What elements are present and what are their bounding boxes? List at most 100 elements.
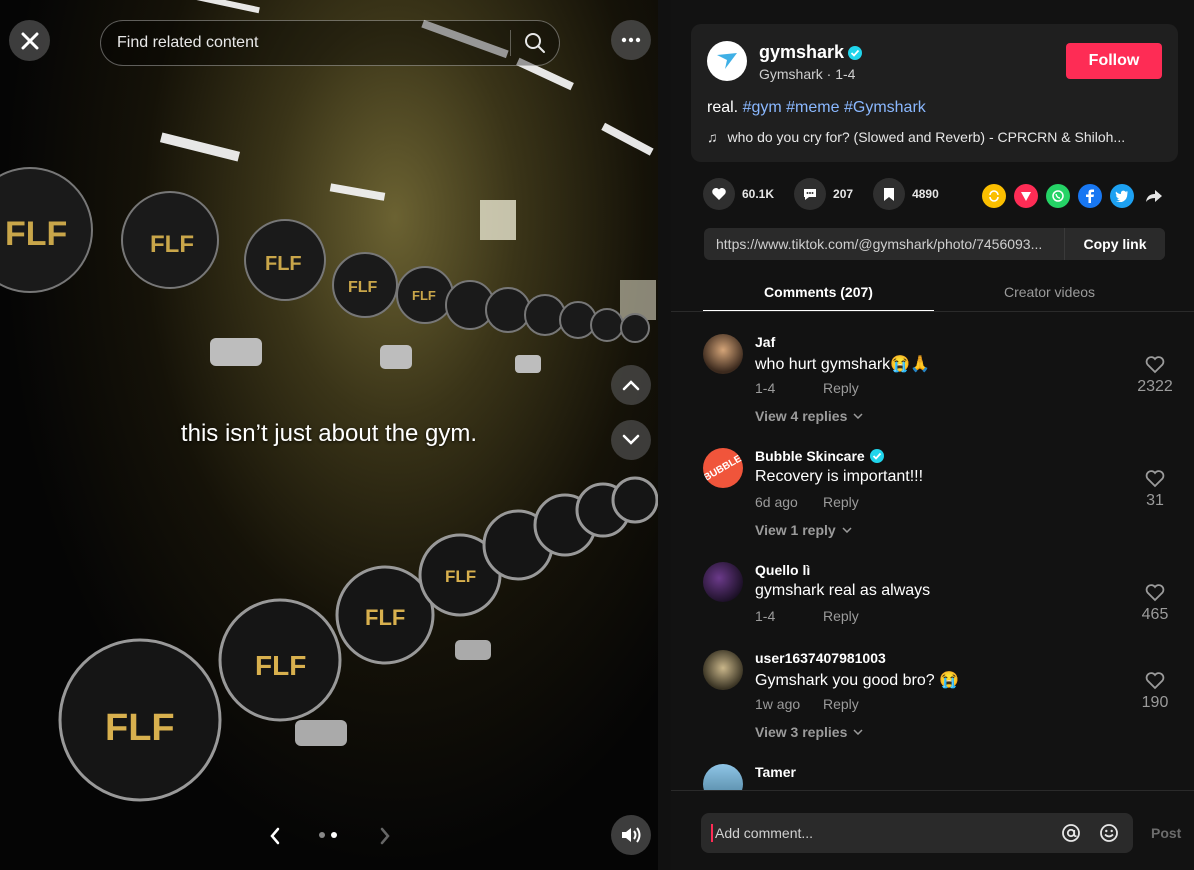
svg-text:FLF: FLF — [348, 279, 378, 296]
share-link-box: https://www.tiktok.com/@gymshark/photo/7… — [704, 228, 1165, 260]
svg-text:FLF: FLF — [255, 650, 306, 681]
view-replies-button[interactable]: View 1 reply — [755, 522, 852, 538]
author-username[interactable]: gymshark — [759, 42, 863, 63]
gymshark-logo-icon — [717, 53, 737, 69]
volume-button[interactable] — [611, 815, 651, 855]
comment-meta: 6d ago Reply — [755, 494, 859, 510]
facebook-icon[interactable] — [1078, 184, 1102, 208]
commenter-name: Quello lì — [755, 562, 811, 578]
mention-button[interactable] — [1057, 819, 1085, 847]
previous-image-button[interactable] — [263, 822, 287, 850]
media-pane: FLF FLF FLF FLF FLF FLF FLF FLF FLF Find… — [0, 0, 671, 870]
comment-like[interactable]: 2322 — [1133, 356, 1177, 396]
like-action[interactable]: 60.1K — [703, 178, 774, 210]
post-actions: 60.1K 207 4890 — [703, 178, 959, 210]
comment-meta: 1-4 Reply — [755, 608, 859, 624]
reply-button[interactable]: Reply — [823, 696, 859, 712]
carousel-dot-2[interactable] — [331, 832, 337, 838]
follow-button[interactable]: Follow — [1066, 43, 1162, 79]
svg-text:FLF: FLF — [150, 231, 194, 258]
bookmark-icon — [884, 187, 895, 201]
comment-input-box[interactable]: Add comment... — [701, 813, 1133, 853]
hashtag-meme[interactable]: #meme — [786, 99, 839, 116]
tab-comments[interactable]: Comments (207) — [703, 272, 934, 312]
comment-date: 1-4 — [755, 608, 776, 624]
tab-creator-videos[interactable]: Creator videos — [934, 272, 1165, 312]
post-comment-button[interactable]: Post — [1151, 825, 1181, 841]
like-count: 60.1K — [742, 187, 775, 201]
share-arrow-icon[interactable] — [1142, 184, 1166, 208]
music-link[interactable]: ♫ who do you cry for? (Slowed and Reverb… — [707, 129, 1125, 145]
commenter-username[interactable]: Jaf — [755, 334, 775, 350]
commenter-name: Tamer — [755, 764, 796, 780]
search-button[interactable] — [511, 20, 559, 66]
comment-button[interactable] — [794, 178, 827, 210]
like-button[interactable] — [703, 178, 735, 210]
hashtag-gymshark[interactable]: #Gymshark — [844, 99, 926, 116]
commenter-avatar[interactable]: BUBBLE — [703, 448, 743, 488]
send-to-friends-icon[interactable] — [1014, 184, 1038, 208]
commenter-avatar[interactable] — [703, 650, 743, 690]
save-action[interactable]: 4890 — [873, 178, 939, 210]
emoji-button[interactable] — [1095, 819, 1123, 847]
comment-list: Jaf who hurt gymshark😭🙏 1-4 Reply View 4… — [671, 312, 1194, 790]
hashtag-gym[interactable]: #gym — [743, 99, 782, 116]
caption-text: this isn’t just about the gym. — [180, 420, 478, 447]
close-icon — [21, 32, 38, 49]
carousel-dots — [319, 832, 337, 838]
svg-text:FLF: FLF — [5, 215, 67, 253]
carousel-dot-1[interactable] — [319, 832, 325, 838]
related-search-bar[interactable]: Find related content — [100, 20, 560, 66]
next-post-button[interactable] — [611, 420, 651, 460]
post-url[interactable]: https://www.tiktok.com/@gymshark/photo/7… — [704, 236, 1064, 252]
at-sign-icon — [1062, 824, 1080, 842]
comment-like[interactable]: 31 — [1133, 470, 1177, 510]
comment-like-count: 31 — [1146, 492, 1164, 509]
comment-like-count: 2322 — [1137, 378, 1173, 395]
view-replies-button[interactable]: View 4 replies — [755, 408, 863, 424]
comment-input[interactable]: Add comment... — [711, 824, 1057, 842]
tiktok-photo-viewer: FLF FLF FLF FLF FLF FLF FLF FLF FLF Find… — [0, 0, 1194, 870]
description-text: real. — [707, 99, 743, 116]
input-divider — [671, 790, 1194, 791]
comment-like-count: 465 — [1141, 606, 1169, 623]
commenter-username[interactable]: Quello lì — [755, 562, 810, 578]
copy-link-button[interactable]: Copy link — [1064, 228, 1165, 260]
svg-text:FLF: FLF — [365, 605, 405, 630]
save-button[interactable] — [873, 178, 906, 210]
chevron-up-icon — [622, 380, 640, 391]
music-title: who do you cry for? (Slowed and Reverb) … — [727, 129, 1126, 145]
commenter-avatar[interactable] — [703, 334, 743, 374]
reply-button[interactable]: Reply — [823, 380, 859, 396]
repost-icon[interactable] — [982, 184, 1006, 208]
author-username-text: gymshark — [759, 42, 845, 62]
commenter-avatar[interactable] — [703, 764, 743, 790]
commenter-username[interactable]: user1637407981003 — [755, 650, 886, 666]
heart-outline-icon — [1145, 356, 1165, 374]
twitter-icon[interactable] — [1110, 184, 1134, 208]
search-icon — [525, 33, 545, 53]
search-input[interactable]: Find related content — [101, 34, 510, 52]
reply-button[interactable]: Reply — [823, 608, 859, 624]
view-replies-button[interactable]: View 3 replies — [755, 724, 863, 740]
more-options-button[interactable] — [611, 20, 651, 60]
close-button[interactable] — [9, 20, 50, 61]
commenter-username[interactable]: Tamer — [755, 764, 796, 780]
comment-like[interactable]: 465 — [1133, 584, 1177, 624]
commenter-name: Bubble Skincare — [755, 448, 865, 464]
reply-button[interactable]: Reply — [823, 494, 859, 510]
comment-action[interactable]: 207 — [794, 178, 853, 210]
heart-outline-icon — [1145, 470, 1165, 488]
commenter-avatar[interactable] — [703, 562, 743, 602]
comment-text: who hurt gymshark😭🙏 — [755, 356, 931, 373]
commenter-username[interactable]: Bubble Skincare — [755, 448, 884, 464]
previous-post-button[interactable] — [611, 365, 651, 405]
author-avatar[interactable] — [707, 41, 747, 81]
chevron-down-icon — [842, 527, 852, 533]
emoji-smile-icon — [1100, 824, 1118, 842]
whatsapp-icon[interactable] — [1046, 184, 1070, 208]
comment-text: Gymshark you good bro? 😭 — [755, 672, 960, 689]
comment-like[interactable]: 190 — [1133, 672, 1177, 712]
svg-text:FLF: FLF — [445, 567, 476, 586]
next-image-button[interactable] — [373, 822, 397, 850]
